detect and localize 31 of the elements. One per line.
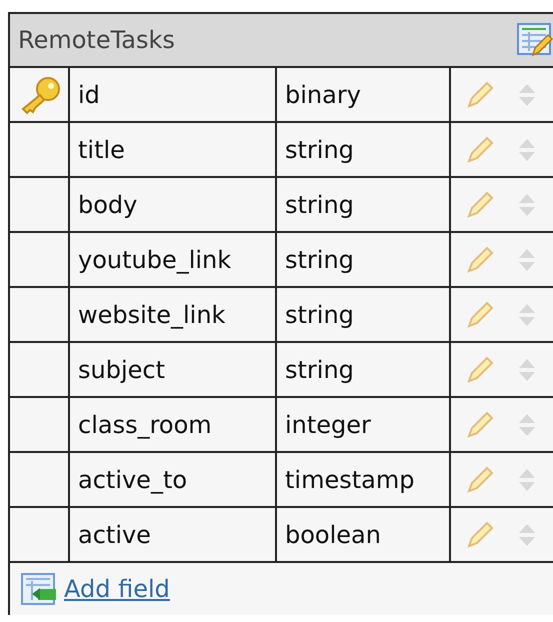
- pencil-icon[interactable]: [465, 244, 495, 274]
- field-type: string: [285, 190, 354, 218]
- table-title: RemoteTasks: [18, 26, 175, 54]
- field-type: string: [285, 356, 354, 384]
- field-type: string: [285, 136, 354, 164]
- pencil-icon[interactable]: [465, 134, 495, 164]
- field-type: boolean: [285, 520, 381, 548]
- field-type: timestamp: [285, 466, 414, 494]
- pencil-icon[interactable]: [465, 190, 495, 220]
- pencil-icon[interactable]: [465, 80, 495, 110]
- field-name: youtube_link: [78, 246, 232, 274]
- field-name: subject: [78, 356, 165, 384]
- pencil-icon[interactable]: [465, 464, 495, 494]
- pencil-icon[interactable]: [465, 410, 495, 440]
- field-name: title: [78, 136, 125, 164]
- add-field-icon[interactable]: [20, 572, 58, 606]
- field-name: class_room: [78, 410, 212, 438]
- field-name: body: [78, 190, 138, 218]
- field-type: integer: [285, 410, 371, 438]
- field-name: active_to: [78, 466, 188, 494]
- pencil-icon[interactable]: [465, 354, 495, 384]
- pencil-icon[interactable]: [465, 520, 495, 550]
- pencil-icon[interactable]: [465, 300, 495, 330]
- field-type: binary: [285, 80, 361, 108]
- table-edit-icon[interactable]: [517, 23, 553, 57]
- field-type: string: [285, 300, 354, 328]
- field-name: website_link: [78, 300, 226, 328]
- field-name: active: [78, 520, 151, 548]
- field-type: string: [285, 246, 354, 274]
- field-name: id: [78, 80, 100, 108]
- add-field-link[interactable]: Add field: [64, 575, 170, 603]
